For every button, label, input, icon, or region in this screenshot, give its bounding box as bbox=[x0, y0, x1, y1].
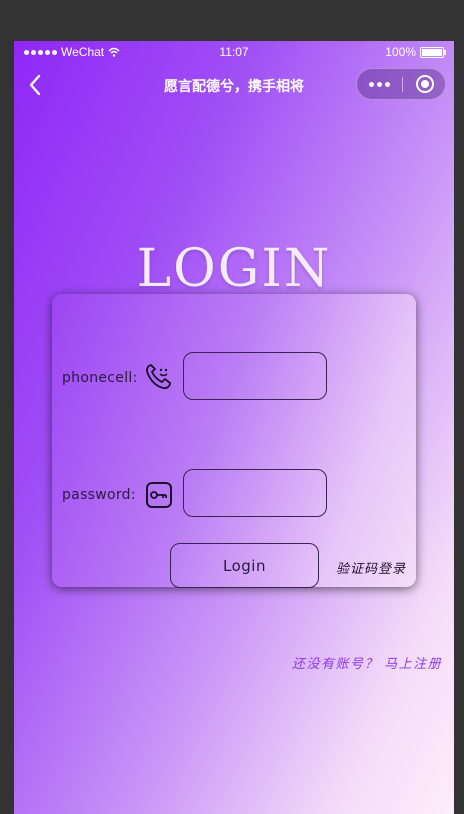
phone-icon bbox=[146, 364, 171, 390]
phone-screen: WeChat 11:07 100% 愿言配德兮，携手相将 LOGIN phone… bbox=[14, 41, 454, 814]
login-card: phonecell: password: Login 验证码登录 bbox=[52, 294, 416, 588]
more-dots-icon[interactable] bbox=[369, 76, 393, 92]
login-heading: LOGIN bbox=[136, 239, 332, 299]
battery-icon bbox=[420, 46, 446, 58]
phone-input[interactable] bbox=[183, 352, 327, 400]
password-input[interactable] bbox=[183, 469, 327, 517]
status-bar: WeChat 11:07 100% bbox=[14, 41, 454, 63]
register-link[interactable]: 还没有账号？ 马上注册 bbox=[292, 653, 442, 672]
battery-percent: 100% bbox=[385, 45, 416, 59]
password-label: password: bbox=[62, 487, 136, 503]
battery-status: 100% bbox=[385, 45, 446, 59]
capsule-divider bbox=[402, 77, 403, 92]
sms-login-link[interactable]: 验证码登录 bbox=[336, 558, 406, 577]
nav-bar: 愿言配德兮，携手相将 bbox=[14, 63, 454, 107]
phone-label: phonecell: bbox=[62, 370, 138, 386]
key-icon bbox=[146, 482, 172, 508]
login-button[interactable]: Login bbox=[170, 543, 319, 588]
target-circle-icon[interactable] bbox=[416, 75, 434, 93]
mini-program-capsule bbox=[356, 68, 446, 100]
